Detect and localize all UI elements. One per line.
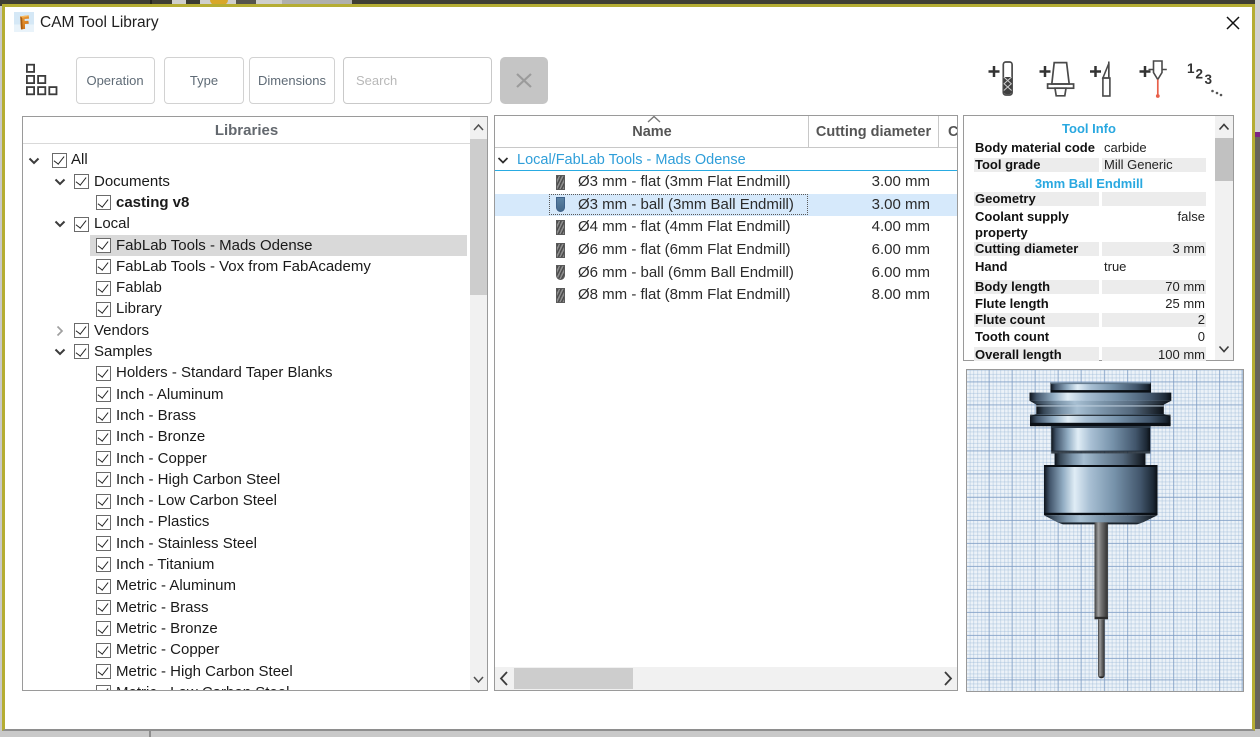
svg-text:1: 1 — [1187, 61, 1195, 76]
svg-text:2: 2 — [1196, 67, 1204, 82]
svg-text:3: 3 — [1205, 72, 1213, 87]
